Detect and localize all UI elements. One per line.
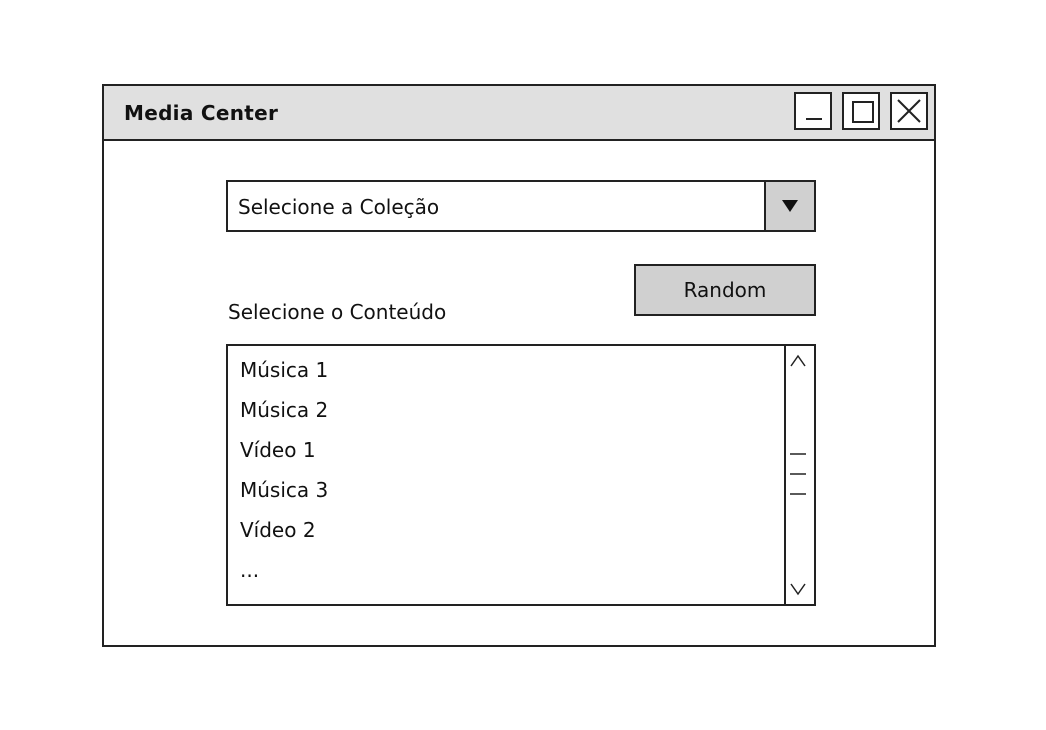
chevron-up-icon[interactable] bbox=[790, 354, 806, 367]
minimize-button[interactable] bbox=[794, 92, 832, 130]
minimize-icon bbox=[806, 118, 822, 120]
content-list-label: Selecione o Conteúdo bbox=[228, 300, 447, 324]
chevron-down-icon[interactable] bbox=[790, 583, 806, 596]
list-item[interactable]: Vídeo 2 bbox=[240, 514, 328, 554]
list-item[interactable]: Música 2 bbox=[240, 394, 328, 434]
maximize-button[interactable] bbox=[842, 92, 880, 130]
collection-select-value: Selecione a Coleção bbox=[238, 195, 440, 219]
window-title: Media Center bbox=[124, 101, 279, 125]
list-item[interactable]: Música 3 bbox=[240, 474, 328, 514]
close-button[interactable] bbox=[890, 92, 928, 130]
dropdown-arrow-icon bbox=[782, 200, 798, 212]
title-bar[interactable]: Media Center bbox=[104, 86, 934, 141]
content-scrollbar[interactable] bbox=[784, 346, 814, 604]
content-listbox[interactable]: Música 1 Música 2 Vídeo 1 Música 3 Vídeo… bbox=[226, 344, 816, 606]
collection-select-toggle[interactable] bbox=[764, 182, 814, 230]
media-center-window: Media Center Selecione a Coleção Random … bbox=[102, 84, 936, 647]
list-item[interactable]: ... bbox=[240, 554, 328, 594]
close-icon bbox=[897, 99, 921, 123]
list-item[interactable]: Vídeo 1 bbox=[240, 434, 328, 474]
content-list: Música 1 Música 2 Vídeo 1 Música 3 Vídeo… bbox=[240, 354, 328, 594]
random-button[interactable]: Random bbox=[634, 264, 816, 316]
scroll-grip-icon[interactable] bbox=[790, 453, 806, 495]
maximize-icon bbox=[852, 101, 874, 123]
list-item[interactable]: Música 1 bbox=[240, 354, 328, 394]
collection-select[interactable]: Selecione a Coleção bbox=[226, 180, 816, 232]
